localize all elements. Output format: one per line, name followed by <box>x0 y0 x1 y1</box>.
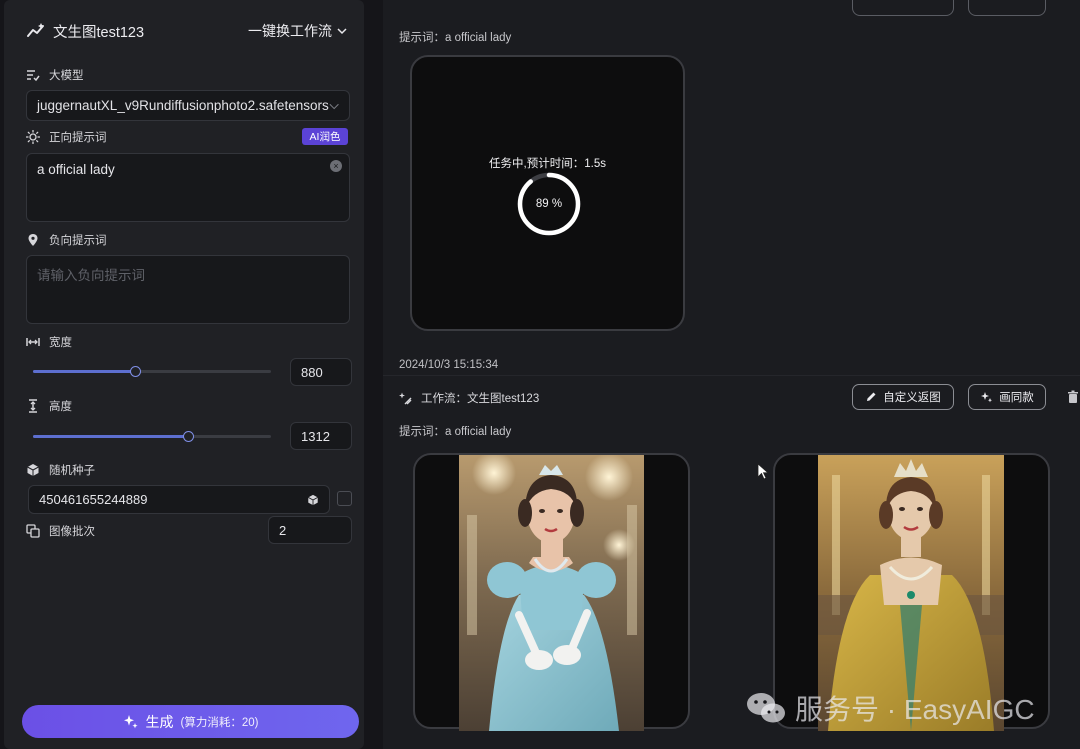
task-status: 任务中,预计时间：1.5s <box>489 158 606 170</box>
custom-return-button[interactable]: 自定义返图 <box>852 384 954 410</box>
progress-card: 任务中,预计时间：1.5s 89 % <box>410 55 685 331</box>
positive-prompt-input[interactable]: a official lady × <box>26 153 350 222</box>
location-pin-icon <box>28 234 38 246</box>
generated-image-1[interactable] <box>459 455 644 731</box>
job2-workflow: 工作流：文生图test123 <box>421 393 540 405</box>
generate-label: 生成 <box>145 713 174 730</box>
width-icon <box>26 338 40 346</box>
cube-icon <box>27 464 39 476</box>
draw-same-label: 画同款 <box>999 392 1034 404</box>
watermark: 服务号 · EasyAIGC <box>745 688 1035 728</box>
model-value: juggernautXL_v9Rundiffusionphoto2.safete… <box>37 98 329 113</box>
seed-input[interactable]: 450461655244889 <box>28 485 330 514</box>
results-area: 提示词：a official lady 任务中,预计时间：1.5s 89 % 2… <box>383 0 1080 749</box>
positive-prompt-label: 正向提示词 <box>49 132 107 144</box>
copy-icon <box>26 524 40 538</box>
batch-input[interactable]: 2 <box>268 516 352 544</box>
height-icon <box>29 399 37 413</box>
switch-workflow-label: 一键换工作流 <box>248 23 332 39</box>
batch-value: 2 <box>279 522 287 538</box>
custom-return-label: 自定义返图 <box>883 392 941 404</box>
switch-workflow-dropdown[interactable]: 一键换工作流 <box>248 21 348 41</box>
panel-header: 文生图test123 一键换工作流 <box>26 20 348 42</box>
job2-prompt: 提示词：a official lady <box>399 426 512 438</box>
dice-icon[interactable] <box>307 494 319 506</box>
height-slider-handle[interactable] <box>182 431 194 442</box>
width-slider-fill <box>33 370 136 373</box>
negative-prompt-label: 负向提示词 <box>49 235 107 247</box>
model-label: 大模型 <box>49 70 84 82</box>
generate-cost: (算力消耗：20) <box>180 716 259 729</box>
width-value: 880 <box>301 364 323 380</box>
job1-prompt: 提示词：a official lady <box>399 32 512 44</box>
width-slider[interactable] <box>33 366 271 377</box>
workflow-title: 文生图test123 <box>53 24 145 41</box>
model-label-row: 大模型 <box>26 67 84 83</box>
sun-icon <box>26 130 40 144</box>
seed-value: 450461655244889 <box>39 492 148 507</box>
trash-icon[interactable] <box>1067 390 1079 404</box>
job2-timestamp: 2024/10/3 15:15:34 <box>399 359 499 371</box>
negative-prompt-input[interactable]: 请输入负向提示词 <box>26 255 350 324</box>
seed-label: 随机种子 <box>49 465 95 477</box>
height-input[interactable]: 1312 <box>290 422 352 450</box>
divider <box>383 375 1080 376</box>
batch-label: 图像批次 <box>49 526 95 538</box>
custom-return-button-partial[interactable] <box>852 0 954 16</box>
progress-label: 89 % <box>535 198 563 210</box>
generate-button[interactable]: 生成 (算力消耗：20) <box>22 705 359 738</box>
height-label: 高度 <box>49 401 72 413</box>
workflow-icon <box>399 392 412 404</box>
job2-workflow-row: 工作流：文生图test123 <box>399 390 539 406</box>
sparkle-icon <box>981 391 993 402</box>
positive-prompt-value: a official lady <box>37 162 115 177</box>
width-label: 宽度 <box>49 337 72 349</box>
seed-label-row: 随机种子 <box>26 462 95 478</box>
mouse-cursor-icon <box>757 463 769 480</box>
batch-label-row: 图像批次 <box>26 523 95 539</box>
wechat-icon <box>747 693 785 723</box>
negative-prompt-label-row: 负向提示词 <box>26 232 107 248</box>
ai-polish-button[interactable]: AI润色 <box>302 128 348 145</box>
workflow-icon <box>27 23 44 37</box>
seed-lock-checkbox[interactable] <box>337 491 352 506</box>
positive-prompt-label-row: 正向提示词 <box>26 129 107 145</box>
height-slider[interactable] <box>33 431 271 442</box>
width-label-row: 宽度 <box>26 334 72 350</box>
height-value: 1312 <box>301 428 330 444</box>
negative-prompt-placeholder: 请输入负向提示词 <box>37 268 145 283</box>
draw-same-button-partial[interactable] <box>968 0 1046 16</box>
draw-same-button[interactable]: 画同款 <box>968 384 1046 410</box>
chevron-down-icon <box>329 103 339 109</box>
chevron-down-icon <box>337 28 347 35</box>
height-slider-fill <box>33 435 188 438</box>
width-input[interactable]: 880 <box>290 358 352 386</box>
model-select[interactable]: juggernautXL_v9Rundiffusionphoto2.safete… <box>26 90 350 121</box>
settings-panel: 文生图test123 一键换工作流 大模型 juggernautXL_v9Run… <box>4 0 364 749</box>
pencil-icon <box>867 392 876 401</box>
height-label-row: 高度 <box>26 398 72 414</box>
width-slider-handle[interactable] <box>130 366 142 377</box>
watermark-text: 服务号 · EasyAIGC <box>795 694 1035 725</box>
clear-icon[interactable]: × <box>330 160 342 172</box>
sparkle-icon <box>123 714 138 728</box>
result-image-card-1[interactable] <box>413 453 690 731</box>
list-check-icon <box>27 70 40 82</box>
